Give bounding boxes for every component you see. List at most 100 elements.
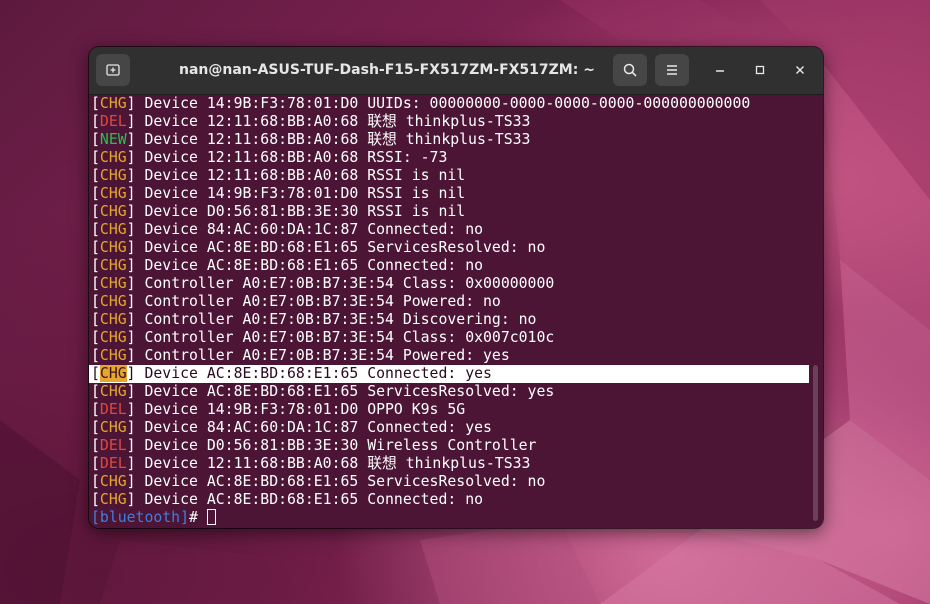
event-text: Device 84:AC:60:DA:1C:87 Connected: no bbox=[135, 221, 484, 238]
terminal-line: [CHG] Device AC:8E:BD:68:E1:65 Connected… bbox=[89, 257, 809, 275]
bracket: [ bbox=[91, 329, 100, 346]
bracket: ] bbox=[126, 401, 136, 418]
event-text: Device AC:8E:BD:68:E1:65 Connected: no bbox=[135, 257, 484, 274]
bracket: [ bbox=[91, 473, 100, 490]
bracket: ] bbox=[126, 419, 136, 436]
maximize-button[interactable] bbox=[749, 59, 771, 81]
maximize-icon bbox=[755, 65, 765, 75]
event-text: Device 14:9B:F3:78:01:D0 OPPO K9s 5G bbox=[135, 401, 466, 418]
terminal-line: [CHG] Device 12:11:68:BB:A0:68 RSSI: -73 bbox=[89, 149, 809, 167]
event-text: Device 12:11:68:BB:A0:68 RSSI is nil bbox=[135, 167, 466, 184]
new-tab-button[interactable] bbox=[96, 54, 130, 86]
event-text: Device AC:8E:BD:68:E1:65 Connected: no bbox=[135, 491, 484, 508]
terminal-line: [CHG] Device 84:AC:60:DA:1C:87 Connected… bbox=[89, 221, 809, 239]
event-text: Controller A0:E7:0B:B7:3E:54 Discovering… bbox=[135, 311, 537, 328]
bracket: [ bbox=[91, 203, 100, 220]
bracket: [ bbox=[91, 311, 100, 328]
event-tag: CHG bbox=[99, 167, 127, 184]
event-tag: CHG bbox=[99, 419, 127, 436]
prompt-line[interactable]: [bluetooth]# bbox=[89, 509, 809, 527]
event-tag: CHG bbox=[99, 473, 127, 490]
terminal-line: [CHG] Controller A0:E7:0B:B7:3E:54 Class… bbox=[89, 275, 809, 293]
bracket: [ bbox=[91, 347, 100, 364]
terminal-line: [CHG] Controller A0:E7:0B:B7:3E:54 Power… bbox=[89, 347, 809, 365]
event-text: Device D0:56:81:BB:3E:30 Wireless Contro… bbox=[135, 437, 537, 454]
terminal-line: [CHG] Controller A0:E7:0B:B7:3E:54 Power… bbox=[89, 293, 809, 311]
event-text: Device 84:AC:60:DA:1C:87 Connected: yes bbox=[135, 419, 492, 436]
event-text: Device 14:9B:F3:78:01:D0 RSSI is nil bbox=[135, 185, 466, 202]
terminal-line: [CHG] Device D0:56:81:BB:3E:30 RSSI is n… bbox=[89, 203, 809, 221]
bracket: ] bbox=[126, 167, 136, 184]
text-cursor[interactable] bbox=[206, 509, 216, 525]
bracket: [ bbox=[91, 419, 100, 436]
event-tag: CHG bbox=[99, 383, 127, 400]
bracket: ] bbox=[126, 257, 136, 274]
bracket: ] bbox=[126, 221, 136, 238]
bracket: ] bbox=[126, 473, 136, 490]
bracket: ] bbox=[126, 455, 136, 472]
bracket: [ bbox=[91, 167, 100, 184]
event-tag: CHG bbox=[99, 329, 127, 346]
terminal-window: nan@nan-ASUS-TUF-Dash-F15-FX517ZM-FX517Z… bbox=[89, 47, 823, 528]
terminal-line: [CHG] Device 14:9B:F3:78:01:D0 RSSI is n… bbox=[89, 185, 809, 203]
event-text: Device 14:9B:F3:78:01:D0 UUIDs: 00000000… bbox=[135, 95, 751, 112]
bracket: [ bbox=[91, 401, 100, 418]
terminal-line: [CHG] Device AC:8E:BD:68:E1:65 Connected… bbox=[89, 491, 809, 509]
bracket: [ bbox=[91, 95, 100, 112]
terminal-output[interactable]: [CHG] Device 14:9B:F3:78:01:D0 UUIDs: 00… bbox=[89, 95, 823, 528]
event-tag: CHG bbox=[99, 185, 127, 202]
event-text: Controller A0:E7:0B:B7:3E:54 Class: 0x00… bbox=[135, 275, 555, 292]
close-button[interactable] bbox=[789, 59, 811, 81]
window-title: nan@nan-ASUS-TUF-Dash-F15-FX517ZM-FX517Z… bbox=[179, 62, 595, 78]
bracket: [ bbox=[91, 437, 100, 454]
terminal-line: [CHG] Device AC:8E:BD:68:E1:65 ServicesR… bbox=[89, 473, 809, 491]
scrollbar[interactable] bbox=[813, 365, 818, 521]
event-tag: CHG bbox=[99, 221, 127, 238]
search-button[interactable] bbox=[613, 54, 647, 86]
bracket: ] bbox=[126, 383, 136, 400]
event-text: Device AC:8E:BD:68:E1:65 ServicesResolve… bbox=[135, 383, 555, 400]
bracket: [ bbox=[91, 275, 100, 292]
close-icon bbox=[796, 66, 804, 74]
bracket: ] bbox=[126, 293, 136, 310]
bracket: ] bbox=[126, 131, 136, 148]
event-text: Device 12:11:68:BB:A0:68 联想 thinkplus-TS… bbox=[135, 131, 531, 148]
bracket: ] bbox=[126, 311, 136, 328]
event-text: Device AC:8E:BD:68:E1:65 Connected: yes bbox=[135, 365, 492, 382]
prompt-label: [bluetooth] bbox=[91, 509, 189, 526]
bracket: ] bbox=[126, 275, 136, 292]
bracket: ] bbox=[126, 95, 136, 112]
terminal-line: [DEL] Device D0:56:81:BB:3E:30 Wireless … bbox=[89, 437, 809, 455]
bracket: [ bbox=[91, 383, 100, 400]
event-tag: CHG bbox=[99, 239, 127, 256]
event-text: Device 12:11:68:BB:A0:68 联想 thinkplus-TS… bbox=[135, 455, 531, 472]
bracket: ] bbox=[126, 437, 136, 454]
bracket: [ bbox=[91, 113, 100, 130]
terminal-line: [CHG] Device 84:AC:60:DA:1C:87 Connected… bbox=[89, 419, 809, 437]
event-text: Controller A0:E7:0B:B7:3E:54 Class: 0x00… bbox=[135, 329, 555, 346]
event-text: Controller A0:E7:0B:B7:3E:54 Powered: no bbox=[135, 293, 501, 310]
minimize-button[interactable] bbox=[709, 59, 731, 81]
bracket: ] bbox=[126, 347, 136, 364]
bracket: [ bbox=[91, 185, 100, 202]
terminal-line: [NEW] Device 12:11:68:BB:A0:68 联想 thinkp… bbox=[89, 131, 809, 149]
bracket: ] bbox=[126, 491, 136, 508]
event-tag: DEL bbox=[99, 455, 127, 472]
bracket: ] bbox=[126, 113, 136, 130]
event-text: Device 12:11:68:BB:A0:68 联想 thinkplus-TS… bbox=[135, 113, 531, 130]
event-tag: CHG bbox=[99, 257, 127, 274]
event-text: Controller A0:E7:0B:B7:3E:54 Powered: ye… bbox=[135, 347, 510, 364]
terminal-line: [CHG] Device AC:8E:BD:68:E1:65 ServicesR… bbox=[89, 239, 809, 257]
title-bar[interactable]: nan@nan-ASUS-TUF-Dash-F15-FX517ZM-FX517Z… bbox=[89, 47, 823, 95]
hamburger-menu-icon bbox=[667, 65, 677, 75]
bracket: ] bbox=[126, 203, 136, 220]
bracket: ] bbox=[126, 185, 136, 202]
bracket: [ bbox=[91, 131, 100, 148]
event-tag: CHG bbox=[99, 491, 127, 508]
event-tag: DEL bbox=[99, 401, 127, 418]
bracket: [ bbox=[91, 365, 100, 382]
menu-button[interactable] bbox=[655, 54, 689, 86]
event-tag: CHG bbox=[99, 203, 127, 220]
terminal-line: [DEL] Device 12:11:68:BB:A0:68 联想 thinkp… bbox=[89, 455, 809, 473]
event-tag: CHG bbox=[99, 347, 127, 364]
